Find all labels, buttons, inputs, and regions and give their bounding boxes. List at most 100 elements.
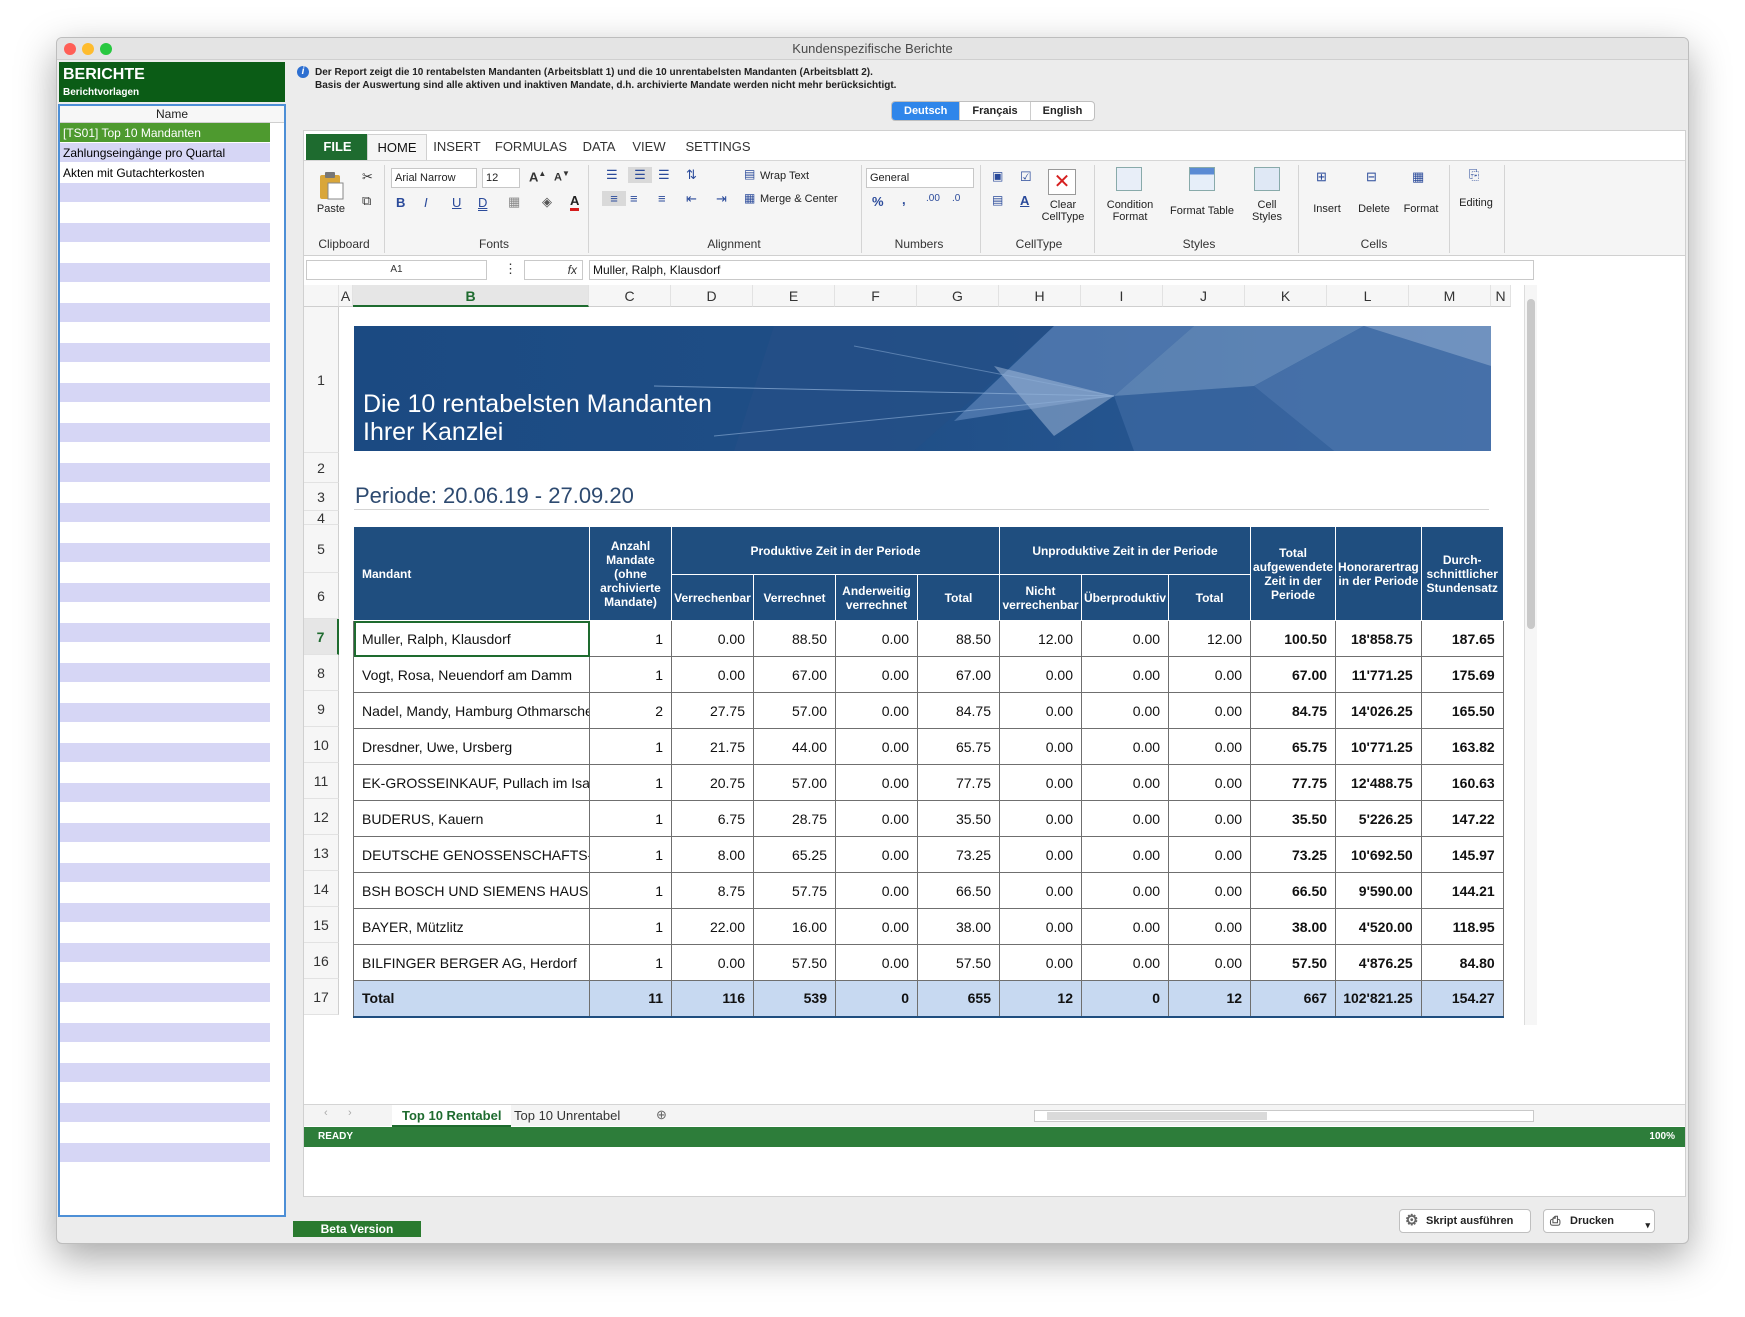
value-cell[interactable]: 5'226.25 <box>1335 800 1422 837</box>
value-cell[interactable]: 73.25 <box>917 836 1000 873</box>
number-format-select[interactable]: General <box>866 168 974 188</box>
font-size-select[interactable]: 12 <box>482 168 520 188</box>
cut-icon[interactable]: ✂ <box>362 169 373 185</box>
hyperlink-celltype-icon[interactable]: A <box>1020 193 1029 208</box>
list-item[interactable] <box>60 943 270 963</box>
column-header[interactable]: C <box>589 285 671 307</box>
list-item[interactable] <box>60 763 270 783</box>
list-item[interactable] <box>60 383 270 403</box>
column-header[interactable]: L <box>1327 285 1409 307</box>
conditional-format-button[interactable]: Condition Format <box>1100 199 1160 223</box>
decrease-indent-icon[interactable]: ⇤ <box>686 191 697 207</box>
row-header[interactable]: 15 <box>304 907 339 943</box>
value-cell[interactable]: 0.00 <box>835 620 918 657</box>
sheet-nav-next-icon[interactable]: › <box>348 1107 352 1119</box>
column-header[interactable]: J <box>1163 285 1245 307</box>
row-header[interactable]: 10 <box>304 727 339 763</box>
value-cell[interactable]: 0.00 <box>1080 872 1170 909</box>
list-item[interactable] <box>60 403 270 423</box>
column-header[interactable]: K <box>1245 285 1327 307</box>
value-cell[interactable]: 18'858.75 <box>1335 620 1422 657</box>
row-header[interactable]: 7 <box>304 619 339 655</box>
increase-decimal-icon[interactable]: .00 <box>926 193 940 204</box>
value-cell[interactable]: 12.00 <box>999 620 1082 657</box>
format-cells-button[interactable]: Format <box>1400 203 1442 215</box>
value-cell[interactable]: 144.21 <box>1420 872 1504 909</box>
value-cell[interactable]: 4'876.25 <box>1335 944 1422 981</box>
value-cell[interactable]: 0.00 <box>835 872 918 909</box>
value-cell[interactable]: 539 <box>753 980 836 1018</box>
zoom-window-button[interactable] <box>100 43 112 55</box>
bold-button[interactable]: B <box>396 195 405 210</box>
value-cell[interactable]: 4'520.00 <box>1335 908 1422 945</box>
increase-font-icon[interactable]: A▲ <box>529 169 546 184</box>
list-item[interactable]: [TS01] Top 10 Mandanten <box>60 123 270 143</box>
value-cell[interactable]: 88.50 <box>753 620 836 657</box>
value-cell[interactable]: 0.00 <box>1168 872 1252 909</box>
mandant-cell[interactable]: Vogt, Rosa, Neuendorf am Damm <box>353 656 590 693</box>
delete-cells-icon[interactable]: ⊟ <box>1366 169 1377 185</box>
value-cell[interactable]: 57.75 <box>753 872 836 909</box>
value-cell[interactable]: 11'771.25 <box>1335 656 1422 693</box>
value-cell[interactable]: 1 <box>589 728 672 765</box>
list-item[interactable] <box>60 543 270 563</box>
value-cell[interactable]: 77.75 <box>917 764 1000 801</box>
value-cell[interactable]: 35.50 <box>1250 800 1337 837</box>
sheet-tab-top10-rentabel[interactable]: Top 10 Rentabel <box>392 1105 512 1127</box>
value-cell[interactable]: 160.63 <box>1420 764 1504 801</box>
value-cell[interactable]: 0.00 <box>1080 620 1170 657</box>
row-header[interactable]: 3 <box>304 483 339 511</box>
value-cell[interactable]: 116 <box>671 980 754 1018</box>
list-item[interactable] <box>60 263 270 283</box>
value-cell[interactable]: 100.50 <box>1250 620 1337 657</box>
column-header[interactable]: A <box>339 285 353 307</box>
list-item[interactable] <box>60 923 270 943</box>
value-cell[interactable]: 8.75 <box>671 872 754 909</box>
cell-styles-icon[interactable] <box>1254 167 1280 191</box>
list-column-header[interactable]: Name <box>60 106 284 123</box>
value-cell[interactable]: 0.00 <box>999 800 1082 837</box>
value-cell[interactable]: 0.00 <box>1168 764 1252 801</box>
value-cell[interactable]: 0.00 <box>671 944 754 981</box>
value-cell[interactable]: 0.00 <box>1080 908 1170 945</box>
language-francais-button[interactable]: Français <box>960 102 1031 120</box>
value-cell[interactable]: 67.00 <box>917 656 1000 693</box>
value-cell[interactable]: 66.50 <box>1250 872 1337 909</box>
value-cell[interactable]: 9'590.00 <box>1335 872 1422 909</box>
value-cell[interactable]: 1 <box>589 908 672 945</box>
close-window-button[interactable] <box>64 43 76 55</box>
more-options-icon[interactable]: ⋮ <box>504 261 517 277</box>
list-item[interactable] <box>60 603 270 623</box>
value-cell[interactable]: 0.00 <box>1168 836 1252 873</box>
list-item[interactable] <box>60 663 270 683</box>
value-cell[interactable]: 0.00 <box>1168 728 1252 765</box>
value-cell[interactable]: 0.00 <box>999 728 1082 765</box>
list-item[interactable] <box>60 443 270 463</box>
list-item[interactable] <box>60 1103 270 1123</box>
value-cell[interactable]: 0.00 <box>835 656 918 693</box>
formula-input[interactable]: Muller, Ralph, Klausdorf <box>589 260 1534 280</box>
value-cell[interactable]: 0 <box>835 980 918 1018</box>
mandant-cell[interactable]: DEUTSCHE GENOSSENSCHAFTS-HYPO <box>353 836 590 873</box>
row-header[interactable]: 4 <box>304 510 339 526</box>
list-item[interactable] <box>60 643 270 663</box>
text-orientation-icon[interactable]: ⇅ <box>686 167 697 183</box>
editing-icon[interactable]: ⎘ <box>1469 167 1479 183</box>
fill-color-icon[interactable]: ◈ <box>542 194 552 210</box>
value-cell[interactable]: 57.50 <box>753 944 836 981</box>
column-header[interactable]: F <box>835 285 917 307</box>
mandant-cell[interactable]: Dresdner, Uwe, Ursberg <box>353 728 590 765</box>
column-header[interactable]: E <box>753 285 835 307</box>
conditional-format-icon[interactable] <box>1116 167 1142 191</box>
value-cell[interactable]: 0.00 <box>1080 692 1170 729</box>
vertical-scrollbar[interactable] <box>1524 285 1537 1025</box>
paste-label[interactable]: Paste <box>314 203 348 215</box>
value-cell[interactable]: 1 <box>589 800 672 837</box>
value-cell[interactable]: 0.00 <box>1168 908 1252 945</box>
value-cell[interactable]: 0.00 <box>999 692 1082 729</box>
sheet-grid[interactable]: ABCDEFGHIJKLMN 1 2 3 4 5 6 7 8 9 10 11 12 13 14 15 16 17 <box>304 285 1685 1103</box>
value-cell[interactable]: 0.00 <box>1080 836 1170 873</box>
list-item[interactable]: Akten mit Gutachterkosten <box>60 163 270 183</box>
value-cell[interactable]: 21.75 <box>671 728 754 765</box>
value-cell[interactable]: 0.00 <box>999 908 1082 945</box>
